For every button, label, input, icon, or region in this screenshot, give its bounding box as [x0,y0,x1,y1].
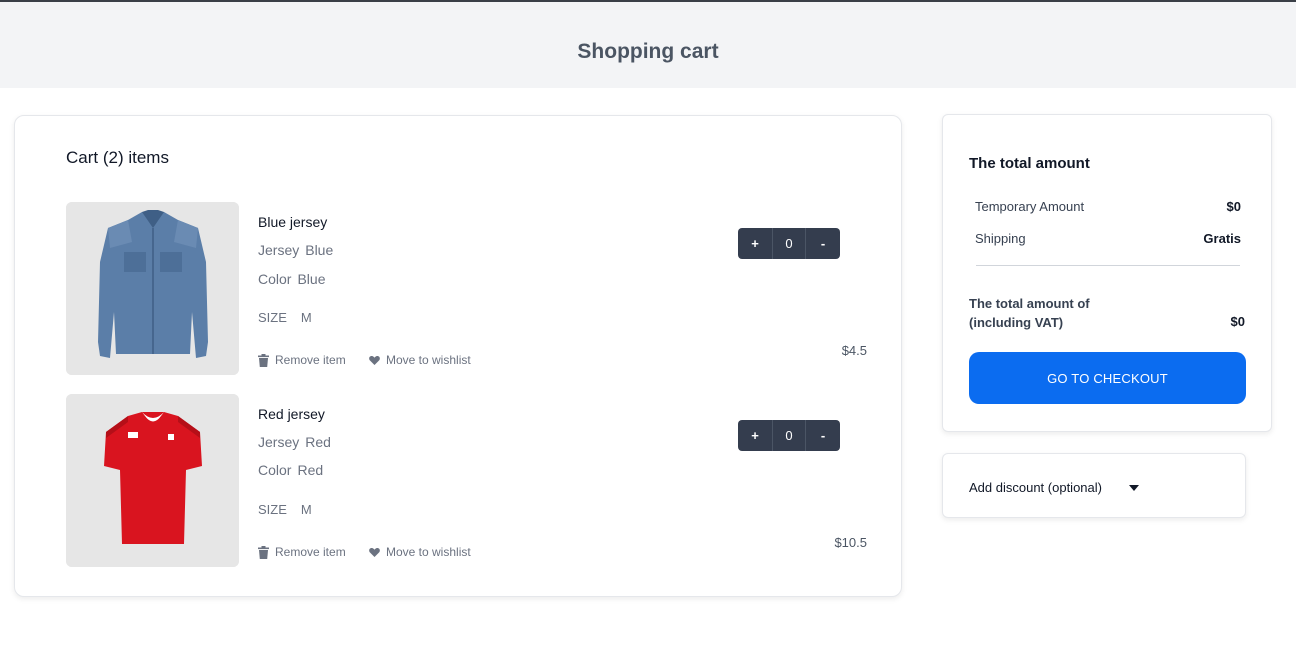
decrease-quantity-button[interactable]: - [806,420,840,451]
cart-panel: Cart (2) items Blue jersey Jersey Blue Co… [14,115,902,597]
product-image[interactable] [66,394,239,567]
total-label-line2: (including VAT) [969,315,1064,330]
denim-shirt-icon [66,202,239,375]
cart-title: Cart (2) items [66,148,169,167]
temporary-amount-value: $0 [1226,199,1241,214]
total-label-line1: The total amount of [969,296,1090,311]
color-label: Color [258,462,292,478]
heart-icon [369,548,380,557]
discount-label: Add discount (optional) [969,480,1102,495]
color-label: Color [258,271,292,287]
order-summary-panel: The total amount Temporary Amount $0 Shi… [942,114,1272,432]
checkout-button[interactable]: GO TO CHECKOUT [969,352,1246,404]
cart-item: Blue jersey Jersey Blue Color Blue SIZE M R… [66,202,867,376]
temporary-amount-label: Temporary Amount [975,199,1085,214]
size-value: M [300,310,312,325]
trash-icon [258,353,269,367]
size-label: SIZE [258,502,287,517]
size-attribute: SIZE M [258,502,312,517]
remove-item-label: Remove item [275,545,346,559]
jersey-attribute: Jersey Red [258,434,331,450]
move-to-wishlist-label: Move to wishlist [386,353,471,367]
summary-title: The total amount [969,155,1090,172]
increase-quantity-button[interactable]: + [738,228,772,259]
remove-item-button[interactable]: Remove item [258,353,346,367]
add-discount-dropdown[interactable]: Add discount (optional) [942,453,1246,518]
remove-item-label: Remove item [275,353,346,367]
heart-icon [369,356,380,365]
size-label: SIZE [258,310,287,325]
size-value: M [300,502,312,517]
quantity-stepper: + 0 - [738,420,840,451]
item-price: $4.5 [841,343,867,358]
move-to-wishlist-button[interactable]: Move to wishlist [369,545,471,559]
color-value: Blue [297,271,326,287]
caret-down-icon [1129,485,1139,491]
color-attribute: Color Red [258,462,323,478]
quantity-value[interactable]: 0 [772,228,806,259]
cart-item: Red jersey Jersey Red Color Red SIZE M Remo… [66,394,867,568]
product-image[interactable] [66,202,239,375]
product-name[interactable]: Blue jersey [258,214,327,230]
remove-item-button[interactable]: Remove item [258,545,346,559]
temporary-amount-row: Temporary Amount $0 [975,199,1241,214]
size-attribute: SIZE M [258,310,312,325]
jersey-label: Jersey [258,434,300,450]
shipping-label: Shipping [975,231,1026,246]
jersey-value: Red [305,434,331,450]
quantity-value[interactable]: 0 [772,420,806,451]
decrease-quantity-button[interactable]: - [806,228,840,259]
move-to-wishlist-label: Move to wishlist [386,545,471,559]
color-attribute: Color Blue [258,271,326,287]
quantity-stepper: + 0 - [738,228,840,259]
increase-quantity-button[interactable]: + [738,420,772,451]
page-title: Shopping cart [577,40,719,63]
total-amount-label: The total amount of (including VAT) [969,294,1129,332]
trash-icon [258,545,269,559]
shipping-value: Gratis [1203,231,1241,246]
product-name[interactable]: Red jersey [258,406,325,422]
shipping-row: Shipping Gratis [975,231,1241,246]
jersey-value: Blue [305,242,334,258]
summary-divider [976,265,1240,266]
color-value: Red [297,462,324,478]
total-amount-value: $0 [1230,314,1245,329]
jersey-attribute: Jersey Blue [258,242,333,258]
page-header: Shopping cart [0,2,1296,88]
item-price: $10.5 [834,535,867,550]
red-jersey-icon [66,394,239,567]
jersey-label: Jersey [258,242,300,258]
move-to-wishlist-button[interactable]: Move to wishlist [369,353,471,367]
